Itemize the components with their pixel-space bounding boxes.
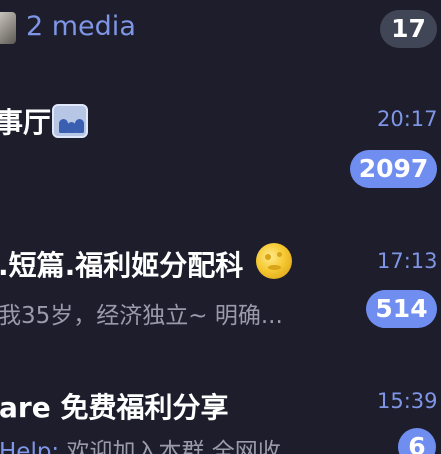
full-moon-face-icon: [256, 243, 292, 279]
chat-list: 2 media 17 事厅 20:17 2097 .短篇.福利姬分配科 17:1…: [0, 0, 441, 454]
preview-sender: Help:: [0, 439, 60, 454]
chat-time: 15:39: [377, 389, 438, 413]
chat-preview: 我35岁，经济独立~ 明确...: [0, 303, 283, 329]
preview-text: 欢迎加入本群 全网收: [66, 439, 281, 454]
unread-badge: 17: [380, 10, 437, 48]
unread-badge: 2097: [350, 150, 437, 188]
media-thumbnail: [0, 12, 16, 44]
unread-badge: 514: [366, 290, 437, 328]
chat-title: are 免费福利分享: [0, 391, 229, 424]
chat-time: 17:13: [377, 249, 438, 273]
chat-title: .短篇.福利姬分配科: [0, 249, 244, 282]
family-emoji-icon: [52, 104, 88, 138]
chat-time: 20:17: [377, 107, 438, 131]
chat-title: 事厅: [0, 106, 52, 139]
chat-preview: Help: 欢迎加入本群 全网收: [0, 432, 281, 454]
chat-preview: 2 media: [26, 11, 136, 42]
